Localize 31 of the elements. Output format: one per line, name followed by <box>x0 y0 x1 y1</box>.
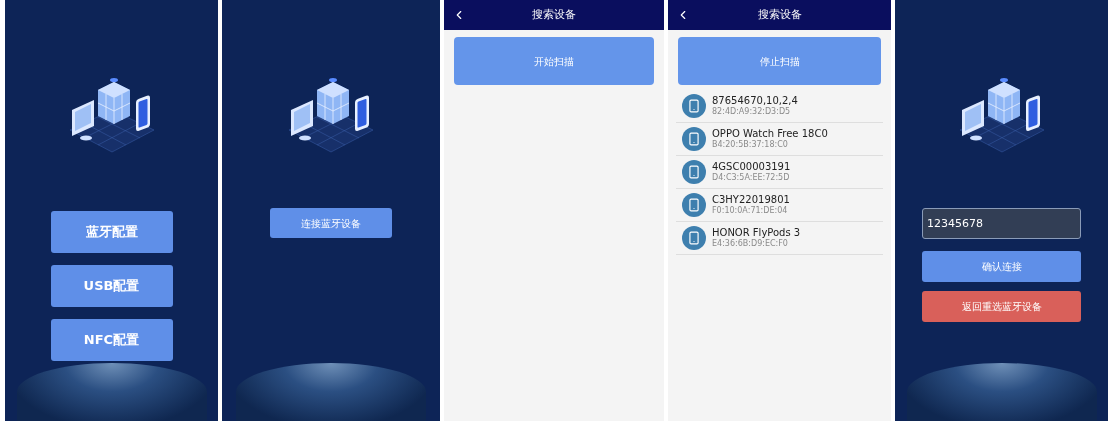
menu-button[interactable]: USB配置 <box>50 265 173 307</box>
password-field[interactable]: 12345678 <box>922 208 1081 239</box>
device-row[interactable]: 87654670,10,2,4 82:4D:A9:32:D3:D5 <box>676 90 883 123</box>
device-name: HONOR FlyPods 3 <box>712 226 801 239</box>
device-row[interactable]: OPPO Watch Free 18C0 B4:20:5B:37:18:C0 <box>676 123 883 156</box>
device-address: D4:C3:5A:EE:72:5D <box>712 173 791 184</box>
confirm-button[interactable]: 确认连接 <box>922 251 1081 282</box>
page-title: 搜索设备 <box>757 6 802 23</box>
device-name: 87654670,10,2,4 <box>712 94 798 107</box>
page-title: 搜索设备 <box>532 6 576 23</box>
scan-button[interactable]: 停止扫描 <box>678 37 881 85</box>
phone-icon <box>682 160 706 184</box>
device-address: 82:4D:A9:32:D3:D5 <box>712 107 792 118</box>
phone-icon <box>682 94 706 118</box>
phone-icon <box>682 226 706 250</box>
menu-button[interactable]: NFC配置 <box>50 319 173 361</box>
device-address: E4:36:6B:D9:EC:F0 <box>712 239 789 250</box>
device-row[interactable]: 4GSC00003191 D4:C3:5A:EE:72:5D <box>676 156 883 189</box>
phone-icon <box>682 193 706 217</box>
device-name: C3HY22019801 <box>712 193 790 206</box>
device-address: F0:10:0A:71:DE:04 <box>712 206 789 217</box>
device-address: B4:20:5B:37:18:C0 <box>712 140 789 151</box>
phone-icon <box>682 127 706 151</box>
scan-button[interactable]: 开始扫描 <box>454 37 654 85</box>
device-row[interactable]: C3HY22019801 F0:10:0A:71:DE:04 <box>676 189 883 222</box>
menu-button[interactable]: 连接蓝牙设备 <box>270 208 392 238</box>
menu-button[interactable]: 蓝牙配置 <box>50 211 173 253</box>
device-name: OPPO Watch Free 18C0 <box>712 127 828 140</box>
device-row[interactable]: HONOR FlyPods 3 E4:36:6B:D9:EC:F0 <box>676 222 883 255</box>
device-name: 4GSC00003191 <box>712 160 791 173</box>
back-button[interactable]: 返回重选蓝牙设备 <box>922 291 1081 322</box>
